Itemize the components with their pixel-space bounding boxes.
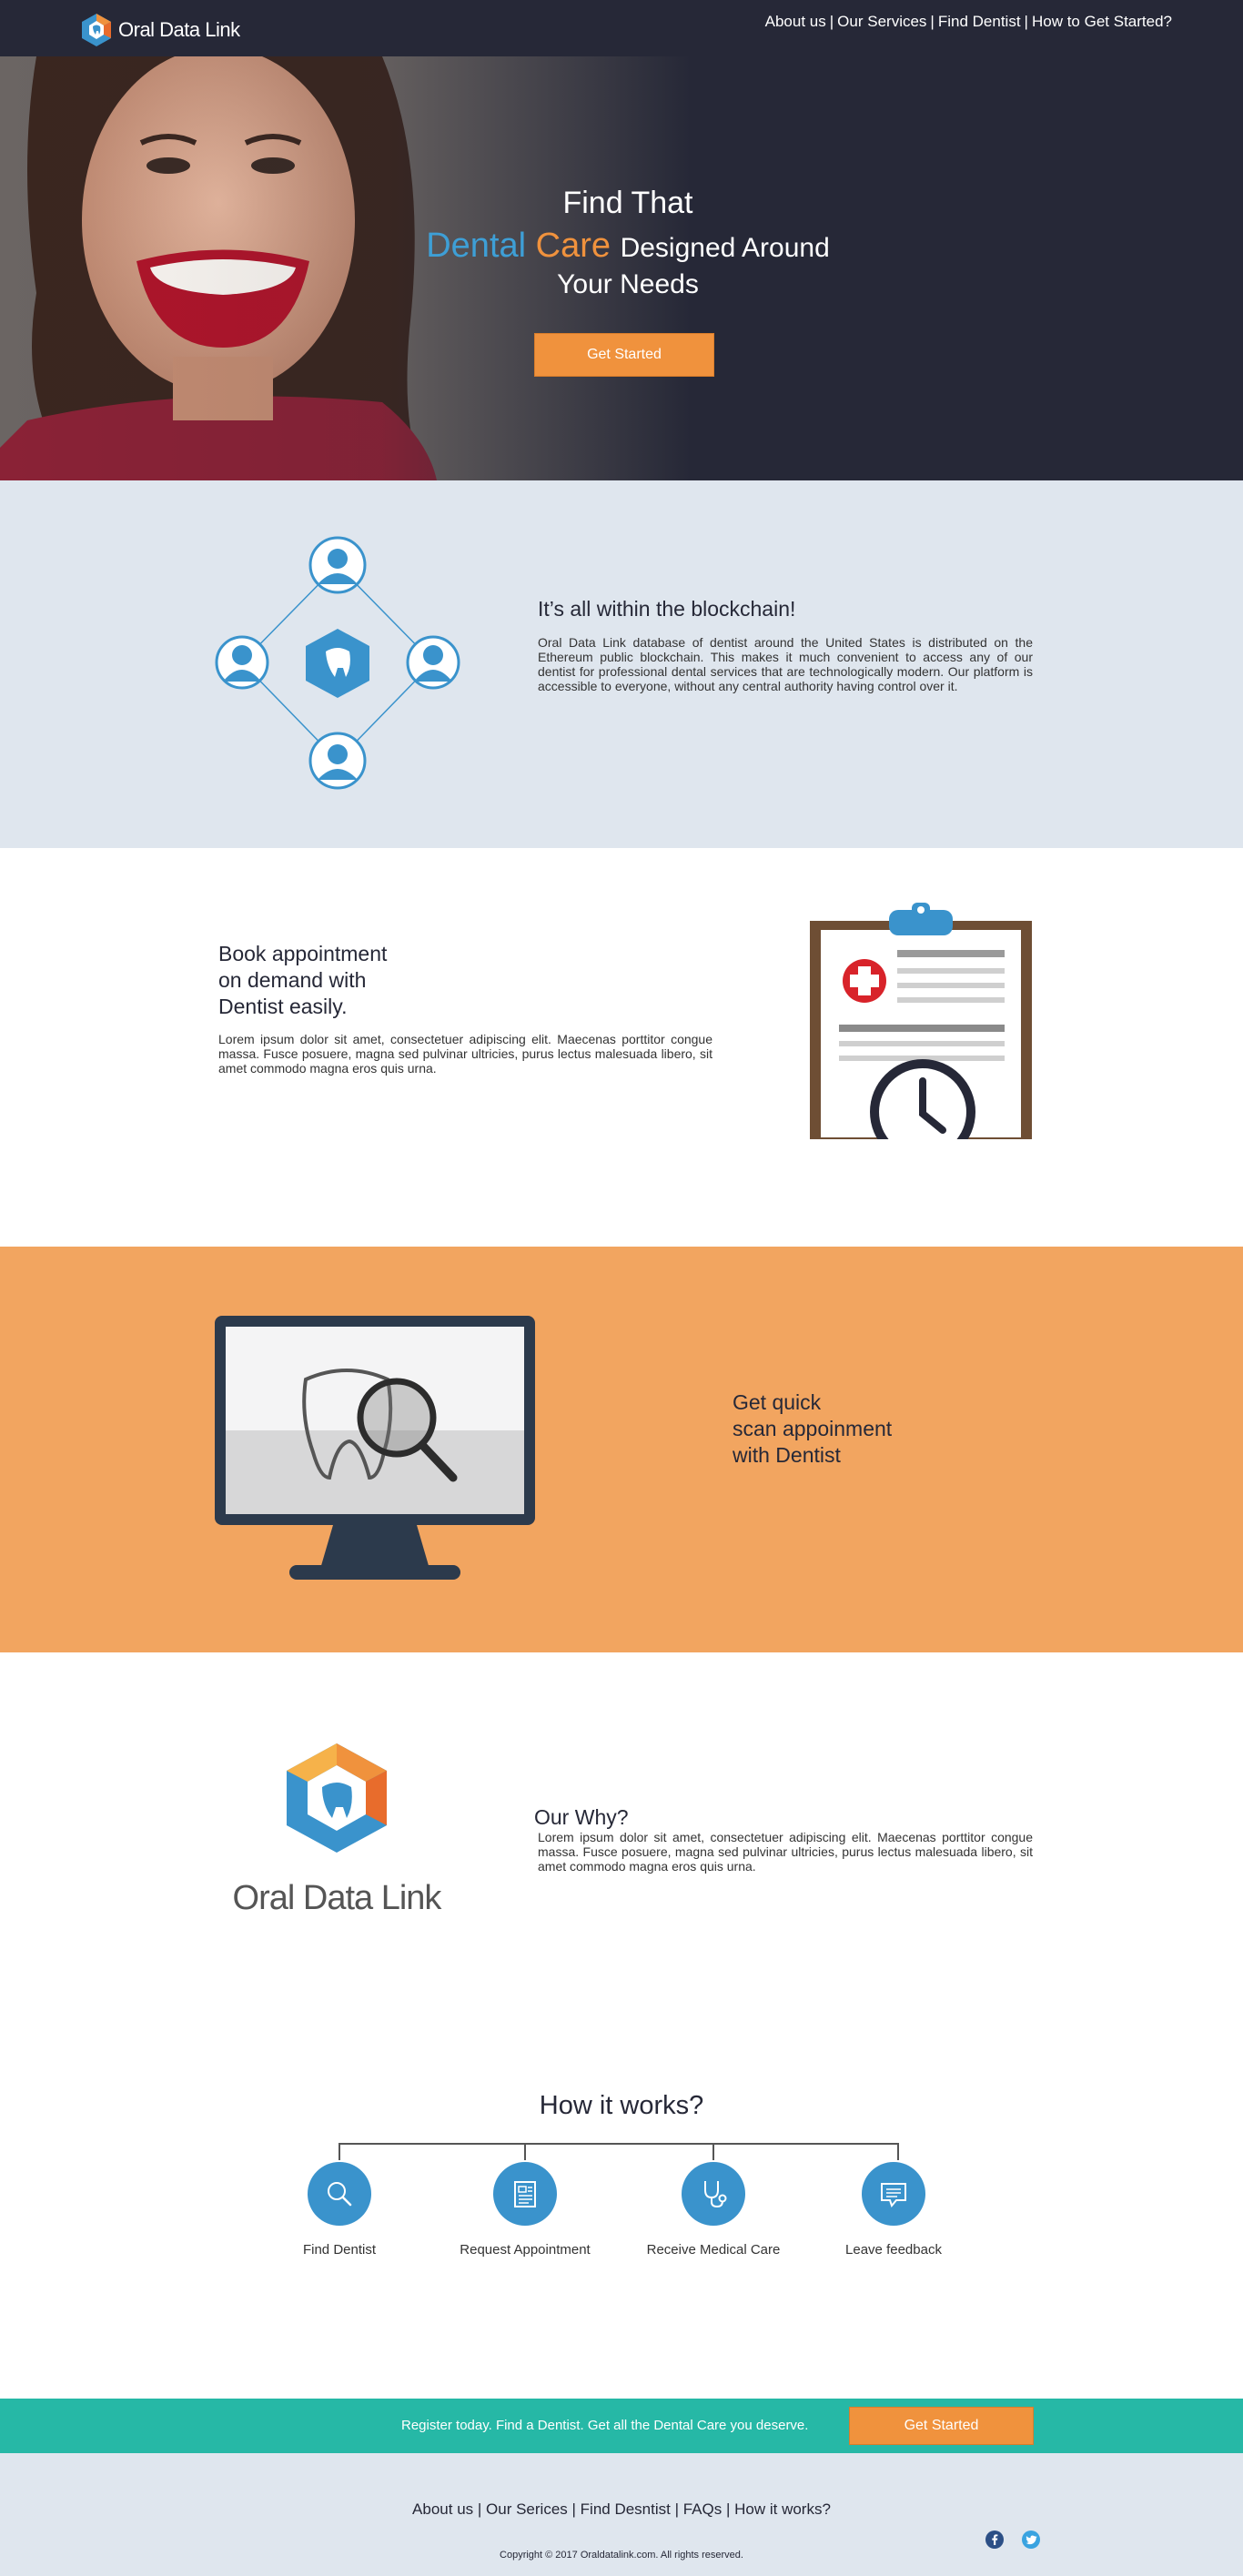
- step-circle[interactable]: [493, 2162, 557, 2226]
- chat-icon: [881, 2183, 906, 2208]
- step-find-dentist[interactable]: Find Dentist: [258, 2162, 421, 2258]
- step-label: Request Appointment: [460, 2242, 591, 2258]
- document-icon: [514, 2181, 536, 2207]
- monitor-tooth-scan-illustration: [215, 1316, 535, 1580]
- hero-section: Find That Dental Care Designed Around Yo…: [0, 56, 1243, 480]
- site-footer: About us | Our Serices | Find Desntist |…: [0, 2453, 1243, 2576]
- register-cta-text: Register today. Find a Dentist. Get all …: [401, 2418, 809, 2433]
- copyright-text: Copyright © 2017 Oraldatalink.com. All r…: [500, 2550, 743, 2561]
- user-icon: [308, 536, 367, 594]
- step-label: Find Dentist: [302, 2242, 377, 2258]
- book-title-line: on demand with: [218, 968, 367, 992]
- book-appointment-description: Lorem ipsum dolor sit amet, consectetuer…: [218, 1032, 712, 1076]
- scan-appointment-title: Get quick scan appoinment with Dentist: [733, 1389, 987, 1469]
- nav-how-to-get-started[interactable]: How to Get Started?: [1032, 13, 1172, 30]
- main-nav: About us | Our Services | Find Dentist | How t…: [764, 13, 1172, 30]
- nav-find-dentist[interactable]: Find Dentist: [938, 13, 1021, 30]
- step-request-appointment[interactable]: Request Appointment: [443, 2162, 607, 2258]
- hero-designed-around: Designed Around: [620, 233, 830, 263]
- register-cta-bar: Register today. Find a Dentist. Get all …: [0, 2399, 1243, 2453]
- twitter-icon[interactable]: [1021, 2530, 1041, 2550]
- our-why-title: Our Why?: [534, 1805, 629, 1829]
- hero-line-1: Find That: [562, 186, 693, 220]
- hero-headline: Find That Dental Care Designed Around Yo…: [400, 186, 855, 300]
- step-label: Leave feedback: [845, 2242, 942, 2258]
- logo-icon: [82, 14, 111, 46]
- medical-cross-icon: [843, 959, 886, 1003]
- scan-title-line: Get quick: [733, 1390, 822, 1414]
- brand-name: Oral Data Link: [118, 18, 240, 41]
- user-icon: [308, 732, 367, 790]
- blockchain-network-illustration: [215, 536, 460, 790]
- clipboard-clock-illustration: [810, 903, 1032, 1139]
- search-icon: [328, 2182, 352, 2207]
- brand-logo[interactable]: Oral Data Link: [80, 13, 240, 47]
- blockchain-title: It’s all within the blockchain!: [538, 597, 796, 621]
- step-circle[interactable]: [862, 2162, 925, 2226]
- hero-line-2: Dental Care Designed Around: [400, 227, 855, 266]
- stethoscope-icon: [704, 2181, 727, 2208]
- blockchain-description: Oral Data Link database of dentist aroun…: [538, 635, 1033, 693]
- tooth-shield-icon: [306, 629, 369, 698]
- logo-hexagon-icon: [287, 1743, 387, 1853]
- blockchain-section: It’s all within the blockchain! Oral Dat…: [0, 480, 1243, 848]
- large-brand-logo: Oral Data Link: [227, 1734, 446, 1917]
- cta-get-started-button[interactable]: Get Started: [849, 2407, 1034, 2445]
- facebook-icon[interactable]: [985, 2530, 1005, 2550]
- large-brand-name: Oral Data Link: [232, 1879, 442, 1917]
- nav-about-us[interactable]: About us: [765, 13, 826, 30]
- site-header: Oral Data Link About us | Our Services | Fin…: [0, 0, 1243, 56]
- footer-link-about-us[interactable]: About us: [412, 2500, 473, 2518]
- footer-nav: About us | Our Serices | Find Desntist |…: [412, 2500, 831, 2518]
- footer-link-how-it-works[interactable]: How it works?: [734, 2500, 831, 2518]
- step-receive-medical-care[interactable]: Receive Medical Care: [632, 2162, 795, 2258]
- book-title-line: Book appointment: [218, 942, 388, 965]
- our-why-description: Lorem ipsum dolor sit amet, consectetuer…: [538, 1830, 1033, 1874]
- step-circle[interactable]: [682, 2162, 745, 2226]
- book-title-line: Dentist easily.: [218, 995, 348, 1018]
- hero-care-word: Care: [535, 227, 611, 265]
- nav-our-services[interactable]: Our Services: [837, 13, 926, 30]
- footer-link-our-services[interactable]: Our Serices: [486, 2500, 568, 2518]
- step-circle[interactable]: [308, 2162, 371, 2226]
- footer-link-faqs[interactable]: FAQs: [683, 2500, 723, 2518]
- book-appointment-section: Book appointment on demand with Dentist …: [0, 848, 1243, 1247]
- footer-link-find-dentist[interactable]: Find Desntist: [581, 2500, 671, 2518]
- scan-appointment-section: Get quick scan appoinment with Dentist: [0, 1247, 1243, 1652]
- book-appointment-title: Book appointment on demand with Dentist …: [218, 941, 491, 1020]
- how-it-works-title: How it works?: [539, 2091, 704, 2120]
- hero-line-3: Your Needs: [557, 269, 699, 299]
- hero-dental-word: Dental: [426, 227, 527, 265]
- our-why-section: Oral Data Link Our Why? Lorem ipsum dolo…: [0, 1652, 1243, 2016]
- hero-get-started-button[interactable]: Get Started: [534, 333, 714, 377]
- step-label: Receive Medical Care: [646, 2242, 781, 2258]
- step-leave-feedback[interactable]: Leave feedback: [812, 2162, 975, 2258]
- scan-title-line: with Dentist: [733, 1443, 841, 1467]
- how-it-works-section: How it works? Find Dentist Request Appoi…: [0, 2016, 1243, 2399]
- user-icon: [406, 635, 460, 690]
- user-icon: [215, 635, 269, 690]
- scan-title-line: scan appoinment: [733, 1417, 893, 1440]
